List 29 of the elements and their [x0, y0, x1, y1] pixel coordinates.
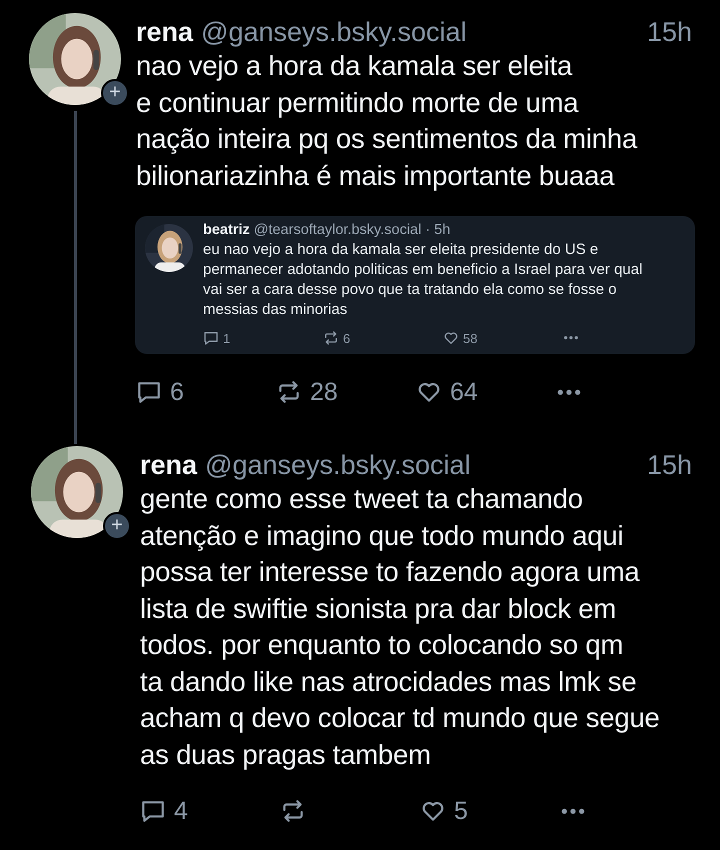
action-count: 5: [454, 796, 468, 826]
author-name[interactable]: rena: [136, 17, 194, 48]
author-name[interactable]: rena: [140, 450, 198, 481]
repost-icon[interactable]: [323, 330, 339, 346]
post-time: · 5h: [425, 222, 450, 238]
author-handle[interactable]: @tearsoftaylor.bsky.social: [254, 222, 422, 238]
more-icon[interactable]: [556, 388, 582, 396]
action-count: 6: [343, 330, 350, 346]
action-count: 1: [223, 330, 230, 346]
quoted-post[interactable]: [135, 216, 695, 354]
author-handle[interactable]: @ganseys.bsky.social: [205, 450, 471, 481]
post-text: eu nao vejo a hora da kamala ser eleita presidente do US e permanecer adotando politicas em beneficio a Israel para ver qual vai ser a cara desse povo que ta tratando ela como se fosse o messias das minorias: [203, 240, 644, 320]
more-icon[interactable]: [560, 806, 586, 816]
more-icon[interactable]: [563, 335, 579, 341]
action-count: 4: [174, 796, 188, 826]
follow-badge[interactable]: +: [103, 512, 131, 540]
action-count: 64: [450, 378, 478, 406]
action-count: 6: [170, 378, 184, 406]
heart-icon[interactable]: [443, 330, 459, 346]
post-time: 15h: [646, 17, 692, 48]
post-time: 15h: [646, 450, 692, 481]
reply-icon[interactable]: [203, 330, 219, 346]
author-handle[interactable]: @ganseys.bsky.social: [201, 17, 467, 48]
action-count: 58: [463, 330, 478, 346]
post-text: gente como esse tweet ta chamando atenção e imagino que todo mundo aqui possa ter interesse to fazendo agora uma lista de swiftie sionista pra dar block em todos. por enquanto to colocando so qm ta dando like nas atrocidades mas lmk se acham q devo colocar td mundo que segue as duas pragas tambem: [140, 482, 661, 772]
action-count: 28: [310, 378, 338, 406]
post-text: nao vejo a hora da kamala ser eleita e continuar permitindo morte de uma nação inteira pq os sentimentos da minha bilionariazinha é mais importante buaaa: [136, 49, 638, 193]
author-name[interactable]: beatriz: [203, 222, 250, 238]
follow-badge[interactable]: +: [101, 79, 129, 107]
